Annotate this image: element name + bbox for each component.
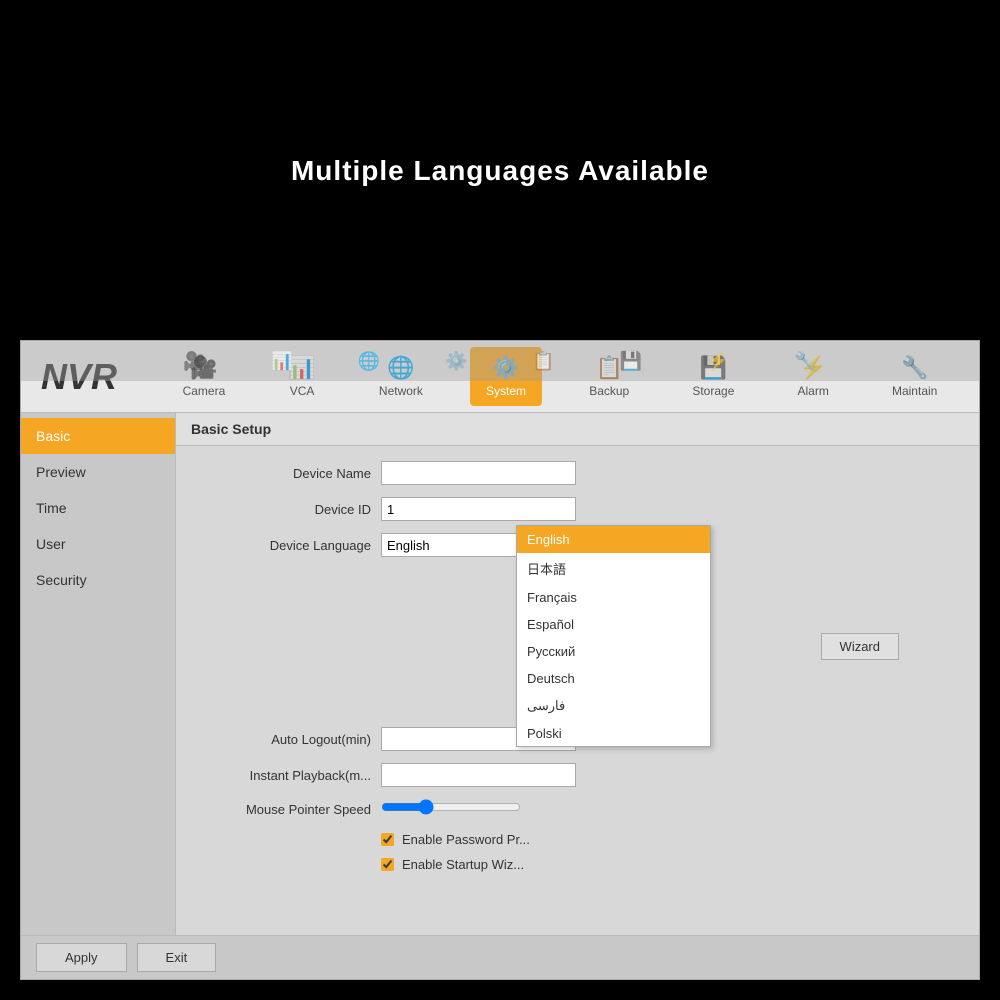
slider-wrap	[381, 799, 521, 820]
nav-label-maintain: Maintain	[892, 384, 937, 398]
sidebar-item-user[interactable]: User	[21, 526, 175, 562]
nav-label-system: System	[486, 384, 526, 398]
enable-password-row: Enable Password Pr...	[381, 832, 959, 847]
nvr-logo: NVR	[31, 356, 151, 398]
device-id-input[interactable]	[381, 497, 576, 521]
alarm-icon: ⚡	[799, 355, 826, 381]
dropdown-option-russian[interactable]: Русский	[517, 638, 710, 665]
camera-icon: 🎥	[190, 355, 217, 381]
nav-label-vca: VCA	[290, 384, 315, 398]
dropdown-option-german[interactable]: Deutsch	[517, 665, 710, 692]
top-nav: NVR 🎥 Camera 📊 VCA 🌐 Network ⚙️ System 📋…	[21, 341, 979, 413]
nav-item-network[interactable]: 🌐 Network	[363, 347, 439, 406]
enable-password-label: Enable Password Pr...	[402, 832, 530, 847]
enable-startup-row: Enable Startup Wiz...	[381, 857, 959, 872]
sidebar-item-security[interactable]: Security	[21, 562, 175, 598]
nav-item-alarm[interactable]: ⚡ Alarm	[782, 347, 845, 406]
nav-item-backup[interactable]: 📋 Backup	[573, 347, 645, 406]
hero-title: Multiple Languages Available	[0, 155, 1000, 187]
dropdown-option-polish[interactable]: Polski	[517, 720, 710, 746]
nav-label-network: Network	[379, 384, 423, 398]
device-name-row: Device Name	[196, 461, 959, 485]
panel-title: Basic Setup	[176, 413, 979, 446]
system-icon: ⚙️	[492, 355, 519, 381]
enable-password-checkbox[interactable]	[381, 833, 394, 846]
dropdown-option-english[interactable]: English	[517, 526, 710, 553]
bottom-bar: Apply Exit	[21, 935, 979, 979]
device-language-label: Device Language	[196, 538, 371, 553]
sidebar-item-time[interactable]: Time	[21, 490, 175, 526]
enable-startup-checkbox[interactable]	[381, 858, 394, 871]
storage-icon: 💾	[700, 355, 727, 381]
dropdown-scroll[interactable]: English 日本語 Français Español Русский Deu…	[517, 526, 710, 746]
instant-playback-input[interactable]	[381, 763, 576, 787]
dropdown-option-spanish[interactable]: Español	[517, 611, 710, 638]
device-name-input[interactable]	[381, 461, 576, 485]
instant-playback-label: Instant Playback(m...	[196, 768, 371, 783]
apply-button[interactable]: Apply	[36, 943, 127, 972]
device-name-label: Device Name	[196, 466, 371, 481]
backup-icon: 📋	[596, 355, 623, 381]
mouse-pointer-slider[interactable]	[381, 799, 521, 815]
content-area: Basic Preview Time User Security Basic S…	[21, 413, 979, 935]
network-icon: 🌐	[387, 355, 414, 381]
sidebar-item-preview[interactable]: Preview	[21, 454, 175, 490]
nav-label-camera: Camera	[183, 384, 226, 398]
wizard-button[interactable]: Wizard	[821, 633, 899, 660]
dropdown-option-japanese[interactable]: 日本語	[517, 553, 710, 584]
nav-items: 🎥 Camera 📊 VCA 🌐 Network ⚙️ System 📋 Bac…	[151, 347, 969, 406]
nav-item-storage[interactable]: 💾 Storage	[676, 347, 750, 406]
enable-startup-label: Enable Startup Wiz...	[402, 857, 524, 872]
device-language-value: English	[387, 538, 430, 553]
device-id-label: Device ID	[196, 502, 371, 517]
auto-logout-label: Auto Logout(min)	[196, 732, 371, 747]
mouse-pointer-row: Mouse Pointer Speed	[196, 799, 959, 820]
dropdown-option-french[interactable]: Français	[517, 584, 710, 611]
language-dropdown[interactable]: English 日本語 Français Español Русский Deu…	[516, 525, 711, 747]
nav-item-vca[interactable]: 📊 VCA	[272, 347, 331, 406]
device-id-row: Device ID	[196, 497, 959, 521]
form-area: Device Name Device ID Device Language En…	[176, 446, 979, 897]
main-panel: Basic Setup Device Name Device ID Device…	[176, 413, 979, 935]
exit-button[interactable]: Exit	[137, 943, 217, 972]
nav-item-maintain[interactable]: 🔧 Maintain	[876, 347, 953, 406]
mouse-pointer-label: Mouse Pointer Speed	[196, 802, 371, 817]
sidebar-item-basic[interactable]: Basic	[21, 418, 175, 454]
nav-label-alarm: Alarm	[798, 384, 829, 398]
dropdown-option-persian[interactable]: فارسی	[517, 692, 710, 720]
instant-playback-row: Instant Playback(m...	[196, 763, 959, 787]
nav-label-backup: Backup	[589, 384, 629, 398]
vca-icon: 📊	[288, 355, 315, 381]
nav-item-system[interactable]: ⚙️ System	[470, 347, 542, 406]
ui-container: 🎥 📊 🌐 ⚙️ 📋 💾 ⚡ 🔧 NVR 🎥 Camera 📊 VCA 🌐 Ne…	[20, 340, 980, 980]
sidebar: Basic Preview Time User Security	[21, 413, 176, 935]
maintain-icon: 🔧	[901, 355, 928, 381]
nav-item-camera[interactable]: 🎥 Camera	[167, 347, 242, 406]
nav-label-storage: Storage	[692, 384, 734, 398]
